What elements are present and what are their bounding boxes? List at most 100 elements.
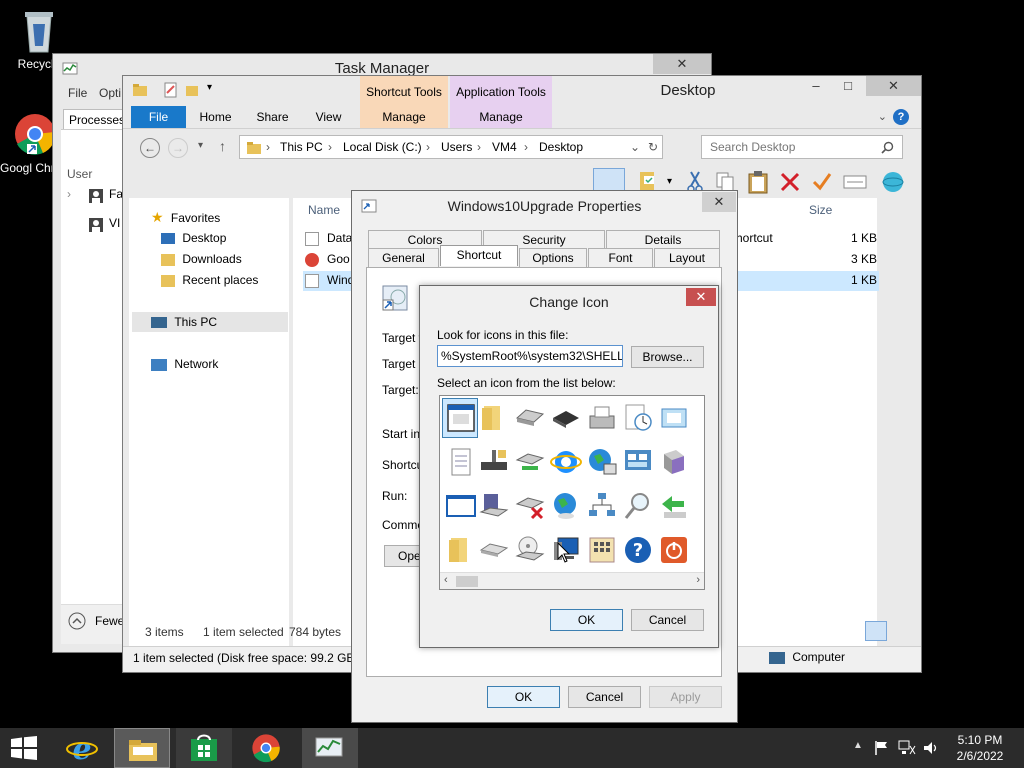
- tab-file[interactable]: File: [131, 106, 186, 128]
- address-dropdown-icon[interactable]: ⌄: [630, 140, 640, 154]
- explorer-title: Desktop: [660, 82, 716, 99]
- help-icon[interactable]: ?: [893, 109, 909, 125]
- task-manager-close-button[interactable]: ✕: [653, 54, 711, 74]
- new-folder-icon[interactable]: [185, 82, 201, 98]
- open-file-location-button[interactable]: Ope: [384, 545, 421, 567]
- paste-icon[interactable]: [747, 170, 769, 194]
- taskbar-store[interactable]: [176, 728, 232, 768]
- table-row[interactable]: › Fa: [67, 187, 127, 203]
- tab-view[interactable]: View: [306, 106, 351, 128]
- ok-button[interactable]: OK: [487, 686, 560, 708]
- select-icon[interactable]: [843, 174, 867, 190]
- tab-shortcut-manage[interactable]: Manage: [360, 106, 448, 128]
- nav-item-downloads[interactable]: Downloads: [161, 252, 242, 266]
- window-icon: [661, 408, 687, 428]
- rename-icon[interactable]: [811, 171, 833, 193]
- tab-share[interactable]: Share: [250, 106, 295, 128]
- scrollbar-thumb[interactable]: [456, 576, 478, 587]
- details-view-button[interactable]: [865, 621, 887, 641]
- up-button[interactable]: ↑: [219, 138, 226, 154]
- status-bar-text: 1 item selected (Disk free space: 99.2 G…: [133, 651, 359, 665]
- breadcrumb-desktop[interactable]: Desktop: [539, 140, 583, 154]
- refresh-icon[interactable]: ↻: [648, 140, 658, 154]
- file-row[interactable]: Goo: [305, 252, 350, 267]
- search-box[interactable]: Search Desktop: [701, 135, 903, 159]
- icon-file-path-field[interactable]: %SystemRoot%\system32\SHELL32: [437, 345, 623, 367]
- clock-time: 5:10 PM: [957, 733, 1003, 747]
- properties-close-button[interactable]: ✕: [702, 192, 736, 212]
- change-icon-close-button[interactable]: ✕: [686, 288, 716, 306]
- tab-options[interactable]: Options: [519, 248, 587, 267]
- icon-list-scrollbar[interactable]: ‹ ›: [440, 572, 704, 589]
- file-row-selected[interactable]: Wind: [305, 273, 354, 288]
- forward-button[interactable]: →: [168, 138, 188, 158]
- taskbar-internet-explorer[interactable]: e: [56, 728, 112, 768]
- start-button[interactable]: [0, 728, 56, 768]
- chevron-right-icon: ›: [524, 140, 528, 154]
- properties-globe-icon[interactable]: [881, 170, 905, 194]
- tab-layout[interactable]: Layout: [654, 248, 720, 267]
- large-icons-view-button[interactable]: [891, 621, 911, 641]
- taskbar-task-manager[interactable]: [302, 728, 358, 768]
- column-size[interactable]: Size: [809, 203, 832, 217]
- tab-font[interactable]: Font: [588, 248, 653, 267]
- magnifier-icon: [624, 493, 649, 519]
- volume-icon[interactable]: [922, 740, 940, 756]
- cancel-button[interactable]: Cancel: [631, 609, 704, 631]
- drive-icon: [515, 409, 545, 426]
- network-status-icon[interactable]: [898, 740, 916, 756]
- tab-shortcut[interactable]: Shortcut: [440, 245, 518, 266]
- minimize-button[interactable]: –: [803, 76, 829, 96]
- taskbar-chrome[interactable]: [238, 728, 294, 768]
- clock[interactable]: 5:10 PM 2/6/2022: [948, 732, 1012, 764]
- nav-favorites[interactable]: ★ Favorites: [151, 209, 220, 226]
- ribbon-collapse-icon[interactable]: ⌄: [878, 110, 887, 123]
- address-bar[interactable]: › This PC › Local Disk (C:) › Users › VM…: [239, 135, 663, 159]
- folder-icon: [449, 538, 467, 562]
- breadcrumb-this-pc[interactable]: This PC: [280, 140, 323, 154]
- file-row[interactable]: Data: [305, 231, 352, 246]
- column-user[interactable]: User: [67, 167, 92, 181]
- tab-details[interactable]: Details: [606, 230, 720, 249]
- breadcrumb-users[interactable]: Users: [441, 140, 472, 154]
- breadcrumb-vm4[interactable]: VM4: [492, 140, 517, 154]
- user-icon: [89, 189, 103, 203]
- tab-processes[interactable]: Processes: [63, 109, 127, 129]
- taskbar-file-explorer[interactable]: [114, 728, 170, 768]
- ok-button[interactable]: OK: [550, 609, 623, 631]
- recent-locations-icon[interactable]: ▾: [198, 140, 203, 151]
- column-name[interactable]: Name: [308, 203, 340, 217]
- nav-item-label: Recent places: [182, 273, 259, 287]
- back-button[interactable]: ←: [140, 138, 160, 158]
- tab-home[interactable]: Home: [193, 106, 238, 128]
- explorer-close-button[interactable]: ✕: [866, 76, 921, 96]
- menu-options[interactable]: Opti: [99, 86, 121, 100]
- nav-item-recent-places[interactable]: Recent places: [161, 273, 258, 287]
- properties-icon[interactable]: [163, 82, 179, 98]
- nav-this-pc[interactable]: This PC: [151, 315, 217, 329]
- action-center-flag-icon[interactable]: [874, 740, 890, 756]
- hard-disk-icon: [479, 494, 509, 517]
- scroll-left-icon[interactable]: ‹: [444, 574, 448, 586]
- nav-item-desktop[interactable]: Desktop: [161, 231, 226, 245]
- computer-icon: [769, 651, 785, 664]
- file-name: Data: [327, 231, 353, 245]
- chevron-down-icon[interactable]: ▾: [667, 176, 672, 187]
- scroll-right-icon[interactable]: ›: [696, 574, 700, 586]
- menu-file[interactable]: File: [68, 86, 87, 100]
- browse-button[interactable]: Browse...: [631, 346, 704, 368]
- change-icon-dialog: Change Icon ✕ Look for icons in this fil…: [419, 285, 719, 648]
- show-hidden-icons-icon[interactable]: ▲: [853, 740, 863, 751]
- windows-logo-icon: [11, 736, 37, 760]
- cancel-button[interactable]: Cancel: [568, 686, 641, 708]
- delete-icon[interactable]: [779, 171, 801, 193]
- breadcrumb-local-disk[interactable]: Local Disk (C:): [343, 140, 422, 154]
- nav-network[interactable]: Network: [151, 357, 218, 371]
- apply-button[interactable]: Apply: [649, 686, 722, 708]
- tab-application-manage[interactable]: Manage: [450, 106, 552, 128]
- tab-general[interactable]: General: [368, 248, 439, 267]
- file-size: 3 KB: [851, 252, 878, 266]
- icon-list[interactable]: ? ‹ ›: [439, 395, 705, 590]
- chevron-down-icon[interactable]: ▾: [207, 82, 212, 93]
- maximize-button[interactable]: □: [835, 76, 861, 96]
